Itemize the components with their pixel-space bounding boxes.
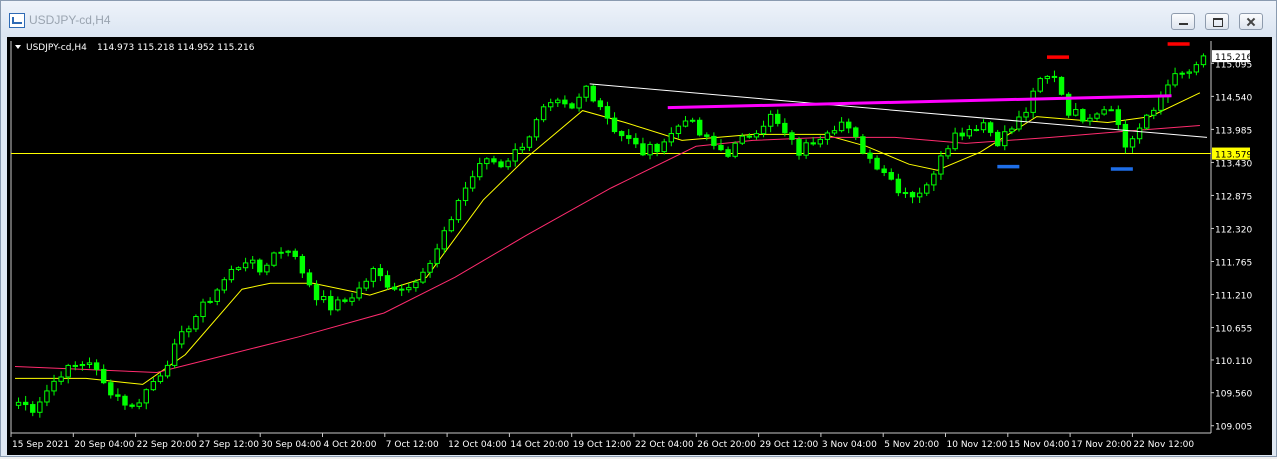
chart-window: USDJPY-cd,H4 113.579 115.095 114.540 113.98…: [0, 0, 1277, 457]
current-price-label: 115.216: [1215, 53, 1252, 63]
time-tick-label: 15 Nov 04:00: [1009, 440, 1070, 450]
candle: [860, 134, 866, 155]
price-tick-label: 111.210: [1215, 292, 1252, 302]
time-tick-label: 3 Nov 04:00: [822, 440, 877, 450]
time-tick-label: 22 Sep 20:00: [137, 440, 197, 450]
price-tick-label: 112.320: [1215, 225, 1252, 235]
time-tick-label: 22 Nov 12:00: [1133, 440, 1194, 450]
price-tick-label: 110.655: [1215, 325, 1252, 335]
price-tick-label: 112.875: [1215, 192, 1252, 202]
window-title: USDJPY-cd,H4: [29, 13, 111, 27]
time-tick-label: 29 Oct 12:00: [760, 440, 819, 450]
time-tick-label: 12 Oct 04:00: [448, 440, 507, 450]
time-tick-label: 15 Sep 2021: [12, 440, 69, 450]
candle: [732, 141, 738, 159]
time-tick-label: 22 Oct 04:00: [635, 440, 694, 450]
time-tick-label: 14 Oct 20:00: [510, 440, 569, 450]
price-tick-label: 110.110: [1215, 357, 1252, 367]
time-tick-label: 26 Oct 20:00: [697, 440, 756, 450]
candle: [994, 129, 1001, 147]
time-tick-label: 20 Sep 04:00: [74, 440, 134, 450]
candle: [455, 198, 462, 223]
price-chart[interactable]: 113.579115.095114.540113.985113.430112.8…: [7, 37, 1272, 455]
chart-header-symbol: USDJPY-cd,H4: [26, 43, 87, 53]
chart-window-icon: [9, 13, 25, 28]
candle: [1037, 76, 1043, 94]
time-tick-label: 7 Oct 12:00: [386, 440, 439, 450]
candle: [193, 314, 199, 332]
price-tick-label: 114.540: [1215, 93, 1252, 103]
time-tick-label: 5 Nov 20:00: [884, 440, 939, 450]
time-tick-label: 4 Oct 20:00: [324, 440, 377, 450]
price-tick-label: 113.985: [1215, 126, 1252, 136]
close-button[interactable]: [1239, 13, 1263, 30]
price-tick-label: 113.430: [1215, 159, 1252, 169]
candle: [441, 226, 447, 254]
minimize-button[interactable]: [1171, 13, 1195, 30]
candle: [540, 103, 547, 123]
price-tick-label: 109.560: [1215, 390, 1252, 400]
candle: [271, 251, 277, 268]
candle: [1065, 92, 1072, 118]
maximize-button[interactable]: [1205, 13, 1229, 30]
candle: [696, 117, 703, 137]
candle: [1058, 76, 1065, 96]
candle: [1143, 113, 1150, 130]
candle: [533, 117, 540, 141]
time-tick-label: 10 Nov 12:00: [947, 440, 1008, 450]
candle: [590, 84, 596, 103]
title-bar[interactable]: USDJPY-cd,H4: [1, 1, 1276, 37]
price-tick-label: 111.765: [1215, 258, 1252, 268]
time-tick-label: 27 Sep 12:00: [199, 440, 259, 450]
price-tick-label: 109.005: [1215, 423, 1252, 433]
chart-area[interactable]: 113.579 115.095 114.540 113.985 113.430 112.8…: [7, 37, 1272, 455]
chart-header-ohlc: 114.973 115.218 114.952 115.216: [97, 43, 255, 53]
candle: [1080, 108, 1086, 124]
time-tick-label: 30 Sep 04:00: [261, 440, 321, 450]
time-tick-label: 17 Nov 20:00: [1071, 440, 1132, 450]
time-tick-label: 19 Oct 12:00: [573, 440, 632, 450]
